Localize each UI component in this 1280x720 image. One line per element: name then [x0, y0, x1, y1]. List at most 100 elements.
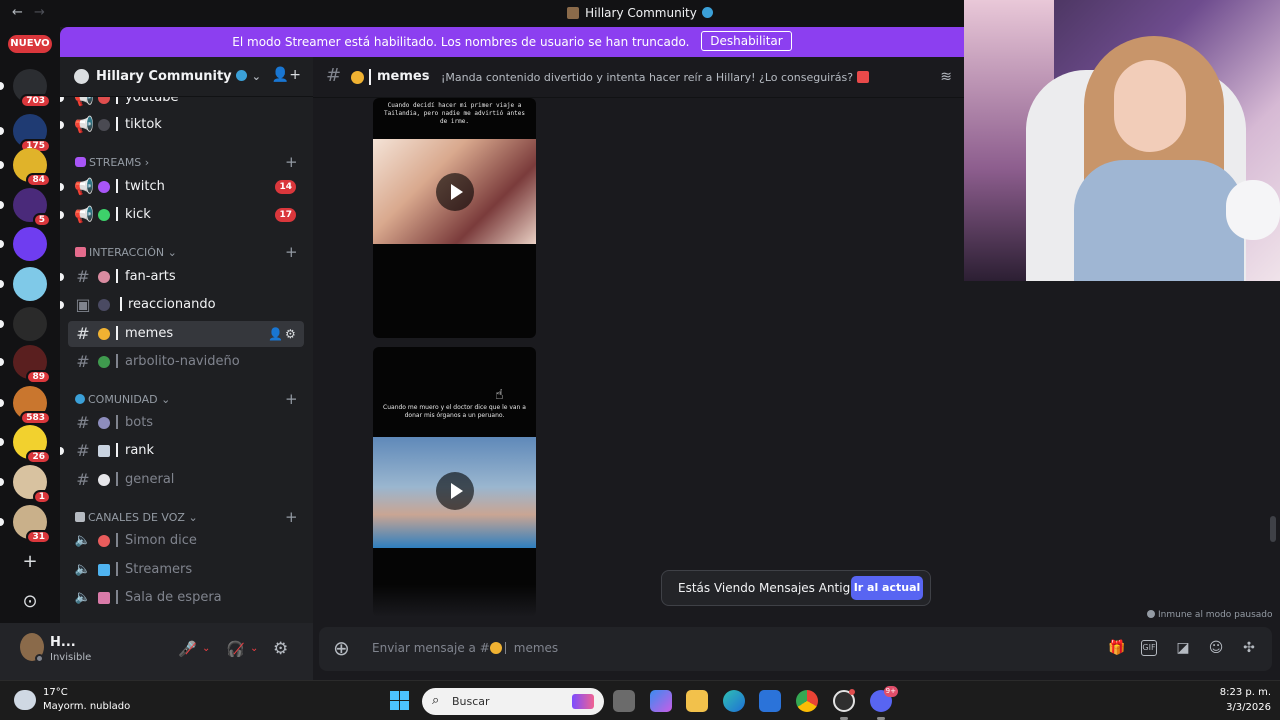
- server-icon[interactable]: [13, 267, 47, 301]
- server-icon[interactable]: 1: [13, 465, 51, 504]
- unread-indicator: [0, 358, 4, 366]
- gift-icon[interactable]: 🎁: [1108, 640, 1125, 656]
- channel-arbolito-navideno[interactable]: # arbolito-navideño: [68, 349, 304, 375]
- video-attachment[interactable]: Cuando decidí hacer mi primer viaje a Ta…: [373, 98, 536, 338]
- globe-icon: [75, 394, 85, 404]
- category-comunidad[interactable]: COMUNIDAD ⌄ +: [75, 390, 298, 408]
- clock-time[interactable]: 8:23 p. m.: [1219, 687, 1271, 698]
- speaker-icon: 🔈: [74, 590, 92, 605]
- taskbar-search[interactable]: ⌕ Buscar: [422, 688, 604, 715]
- channel-kick[interactable]: 📢 kick 17: [60, 202, 304, 228]
- mic-muted-icon[interactable]: 🎤̸: [178, 640, 197, 658]
- new-badge[interactable]: NUEVO: [8, 35, 52, 53]
- guild-name[interactable]: Hillary Community ⌄: [96, 69, 261, 84]
- file-explorer-icon[interactable]: [686, 690, 708, 712]
- channel-divider: [116, 117, 118, 131]
- voice-channel-sala-de-espera[interactable]: 🔈 Sala de espera: [68, 585, 304, 611]
- channel-general[interactable]: # general: [68, 467, 304, 493]
- obs-icon[interactable]: [833, 689, 855, 712]
- composer-placeholder[interactable]: Enviar mensaje a # memes: [372, 641, 558, 655]
- chevron-down-icon[interactable]: ⌄: [202, 643, 210, 654]
- jump-to-present-button[interactable]: Ir al actual: [851, 576, 923, 600]
- server-icon[interactable]: 26: [13, 425, 51, 464]
- copilot-icon[interactable]: [650, 690, 672, 712]
- add-channel-icon[interactable]: +: [285, 153, 298, 171]
- sticker-icon[interactable]: ◪: [1175, 640, 1191, 656]
- gear-icon[interactable]: ⚙: [273, 639, 288, 659]
- channel-twitch[interactable]: 📢 twitch 14: [60, 174, 304, 200]
- server-icon[interactable]: 89: [13, 345, 51, 384]
- guild-header[interactable]: Hillary Community ⌄ 👤+: [60, 57, 313, 97]
- headphones-muted-icon[interactable]: 🎧̸: [226, 640, 245, 658]
- channel-rank[interactable]: # rank: [60, 438, 304, 464]
- disable-streamer-mode-button[interactable]: Deshabilitar: [701, 31, 792, 51]
- server-icon[interactable]: [13, 307, 47, 341]
- server-icon[interactable]: 703: [13, 69, 51, 108]
- christmas-tree-icon: [98, 356, 110, 368]
- gear-icon[interactable]: ⚙: [285, 321, 296, 347]
- weather-temperature[interactable]: 17°C: [43, 687, 68, 698]
- clock-date[interactable]: 3/3/2026: [1219, 702, 1271, 713]
- add-channel-icon[interactable]: +: [285, 390, 298, 408]
- create-invite-icon[interactable]: 👤: [268, 321, 283, 347]
- voice-channel-simon-dice[interactable]: 🔈 Simon dice: [68, 528, 304, 554]
- windows-taskbar: 17°C Mayorm. nublado ⌕ Buscar 9+ 8:23 p.…: [0, 680, 1280, 720]
- add-channel-icon[interactable]: +: [285, 243, 298, 261]
- weather-description[interactable]: Mayorm. nublado: [43, 701, 130, 712]
- voice-channel-streamers[interactable]: 🔈 Streamers: [68, 557, 304, 583]
- speaker-icon: 🔈: [74, 562, 92, 577]
- server-icon[interactable]: [13, 227, 47, 261]
- edge-icon[interactable]: [723, 690, 745, 712]
- category-canales-de-voz[interactable]: CANALES DE VOZ ⌄ +: [75, 508, 298, 526]
- user-status[interactable]: Invisible: [50, 652, 91, 663]
- channel-topic-text: ¡Manda contenido divertido y intenta hac…: [441, 71, 854, 84]
- channel-tiktok[interactable]: 📢 tiktok: [60, 112, 304, 138]
- invite-people-icon[interactable]: 👤+: [272, 67, 301, 83]
- video-caption: Cuando decidí hacer mi primer viaje a Ta…: [384, 102, 525, 125]
- emoji-picker-icon[interactable]: ☺: [1208, 640, 1224, 656]
- task-view-icon[interactable]: [613, 690, 635, 712]
- add-attachment-icon[interactable]: ⊕: [333, 636, 350, 660]
- server-icon[interactable]: 175: [13, 114, 51, 153]
- server-icon[interactable]: 31: [13, 505, 51, 544]
- play-button[interactable]: [436, 472, 474, 510]
- chevron-down-icon[interactable]: ⌄: [250, 643, 258, 654]
- discover-icon[interactable]: ⊙: [13, 585, 47, 619]
- discord-icon[interactable]: 9+: [870, 686, 898, 712]
- server-icon[interactable]: 84: [13, 148, 51, 187]
- channel-divider: [116, 415, 118, 429]
- add-channel-icon[interactable]: +: [285, 508, 298, 526]
- server-mention-badge: 84: [26, 173, 51, 187]
- channel-name: arbolito-navideño: [125, 354, 240, 369]
- store-icon[interactable]: [759, 690, 781, 712]
- message-composer[interactable]: ⊕ Enviar mensaje a # memes 🎁 GIF ◪ ☺ ✣: [319, 627, 1272, 671]
- channel-reaccionando[interactable]: ▣ reaccionando: [60, 292, 304, 318]
- webcam-person-body: [1074, 160, 1244, 281]
- user-name[interactable]: H...: [50, 635, 76, 650]
- windows-start-icon[interactable]: [390, 691, 409, 710]
- discord-notification-badge: 9+: [883, 686, 898, 697]
- channel-memes[interactable]: # memes 👤 ⚙: [68, 321, 304, 347]
- unread-indicator: [60, 211, 64, 219]
- server-icon[interactable]: 5: [13, 188, 51, 227]
- channel-bots[interactable]: # bots: [68, 410, 304, 436]
- chrome-icon[interactable]: [796, 690, 818, 712]
- channel-fan-arts[interactable]: # fan-arts: [60, 264, 304, 290]
- channel-divider: [369, 69, 371, 85]
- play-button[interactable]: [436, 173, 474, 211]
- gif-icon[interactable]: GIF: [1141, 640, 1157, 656]
- scrollbar-thumb[interactable]: [1270, 516, 1276, 542]
- video-attachment[interactable]: Cuando me muero y el doctor dice que le …: [373, 347, 536, 617]
- threads-icon[interactable]: ≋: [940, 69, 952, 85]
- apps-icon[interactable]: ✣: [1241, 640, 1257, 656]
- slowmode-note: Inmune al modo pausado: [1147, 610, 1273, 620]
- category-interaccion[interactable]: INTERACCIÓN ⌄ +: [75, 243, 298, 261]
- server-mention-badge: 1: [32, 490, 51, 504]
- category-streams[interactable]: STREAMS › +: [75, 153, 298, 171]
- channel-topic[interactable]: ¡Manda contenido divertido y intenta hac…: [441, 71, 869, 84]
- cloud-icon[interactable]: [14, 690, 36, 710]
- add-server-icon[interactable]: +: [13, 545, 47, 579]
- announcement-icon: 📢: [74, 205, 94, 224]
- server-icon[interactable]: 583: [13, 386, 51, 425]
- user-panel: H... Invisible 🎤̸ ⌄ 🎧̸ ⌄ ⚙: [0, 623, 313, 680]
